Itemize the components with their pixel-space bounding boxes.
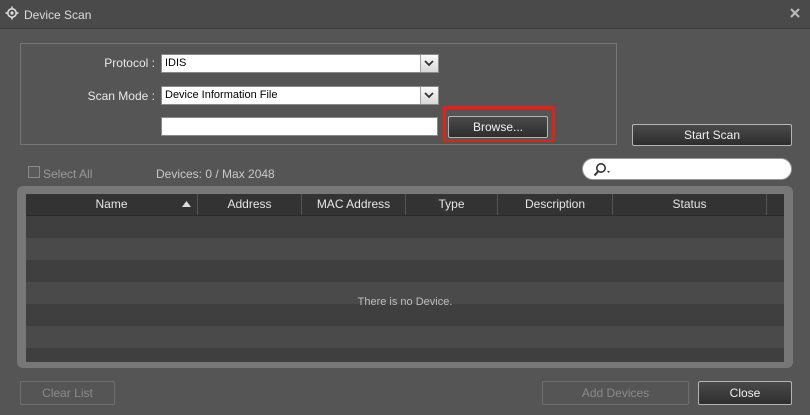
table-row (26, 216, 784, 238)
protocol-label: Protocol : (104, 56, 155, 70)
add-devices-button[interactable]: Add Devices (542, 381, 689, 405)
empty-list-message: There is no Device. (357, 296, 453, 308)
scan-mode-dropdown-button[interactable] (420, 87, 438, 104)
column-header-name[interactable]: Name (26, 194, 198, 215)
column-header-address[interactable]: Address (198, 194, 302, 215)
table-row (26, 348, 784, 362)
protocol-dropdown-button[interactable] (420, 55, 438, 72)
column-header-mac-address[interactable]: MAC Address (302, 194, 406, 215)
search-input[interactable] (582, 158, 792, 180)
chevron-down-icon (424, 92, 434, 99)
table-header: Name Address MAC Address Type Descriptio… (26, 194, 784, 216)
sort-ascending-icon (182, 201, 191, 207)
column-header-status[interactable]: Status (613, 194, 767, 215)
table-row (26, 326, 784, 348)
column-header-type[interactable]: Type (406, 194, 498, 215)
device-table: Name Address MAC Address Type Descriptio… (26, 194, 784, 362)
select-all-checkbox[interactable] (28, 166, 40, 178)
clear-list-button[interactable]: Clear List (20, 381, 115, 405)
title-bar: Device Scan (0, 0, 810, 29)
protocol-value: IDIS (165, 57, 187, 69)
table-row (26, 260, 784, 282)
gear-icon (5, 6, 19, 20)
column-header-description[interactable]: Description (498, 194, 613, 215)
select-all-label: Select All (43, 167, 93, 181)
table-row (26, 238, 784, 260)
devices-count: Devices: 0 / Max 2048 (156, 167, 275, 181)
scan-mode-value: Device Information File (165, 89, 278, 101)
protocol-select[interactable]: IDIS (161, 54, 439, 73)
close-button[interactable]: Close (698, 381, 792, 405)
start-scan-button[interactable]: Start Scan (632, 124, 792, 146)
file-path-input[interactable] (161, 117, 438, 136)
close-icon[interactable] (788, 6, 802, 20)
scan-mode-label: Scan Mode : (87, 89, 155, 103)
window-title: Device Scan (24, 8, 92, 22)
scan-mode-select[interactable]: Device Information File (161, 86, 439, 105)
search-icon (593, 163, 610, 177)
chevron-down-icon (424, 60, 434, 67)
browse-button[interactable]: Browse... (448, 116, 548, 138)
